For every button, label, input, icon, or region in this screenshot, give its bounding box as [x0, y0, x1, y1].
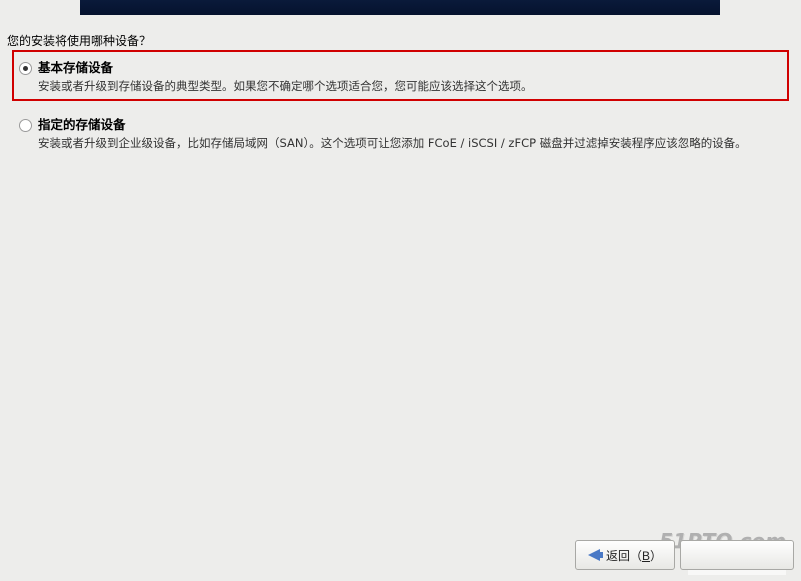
- back-suffix: ）: [650, 549, 662, 563]
- storage-options: 基本存储设备 安装或者升级到存储设备的典型类型。如果您不确定哪个选项适合您，您可…: [12, 50, 789, 158]
- prompt-label: 您的安装将使用哪种设备？: [7, 32, 151, 49]
- option-specified-title: 指定的存储设备: [38, 114, 782, 133]
- option-text-wrap: 基本存储设备 安装或者升级到存储设备的典型类型。如果您不确定哪个选项适合您，您可…: [38, 57, 782, 94]
- option-basic-title: 基本存储设备: [38, 57, 782, 76]
- back-prefix: 返回（: [606, 549, 642, 563]
- back-key: B: [642, 549, 650, 563]
- option-basic-desc: 安装或者升级到存储设备的典型类型。如果您不确定哪个选项适合您，您可能应该选择这个…: [38, 78, 782, 94]
- option-specified-desc: 安装或者升级到企业级设备，比如存储局域网（SAN）。这个选项可让您添加 FCoE…: [38, 135, 782, 151]
- radio-dot-icon: [23, 66, 28, 71]
- next-button[interactable]: [680, 540, 794, 570]
- arrow-left-icon: [588, 549, 600, 561]
- option-basic-storage[interactable]: 基本存储设备 安装或者升级到存储设备的典型类型。如果您不确定哪个选项适合您，您可…: [12, 50, 789, 101]
- header-bar: [80, 0, 720, 15]
- radio-basic-storage[interactable]: [19, 62, 32, 75]
- option-specified-storage[interactable]: 指定的存储设备 安装或者升级到企业级设备，比如存储局域网（SAN）。这个选项可让…: [12, 107, 789, 158]
- option-text-wrap: 指定的存储设备 安装或者升级到企业级设备，比如存储局域网（SAN）。这个选项可让…: [38, 114, 782, 151]
- back-label: 返回（B）: [606, 547, 662, 564]
- footer-buttons: 返回（B）: [575, 540, 794, 570]
- back-button[interactable]: 返回（B）: [575, 540, 675, 570]
- radio-specified-storage[interactable]: [19, 119, 32, 132]
